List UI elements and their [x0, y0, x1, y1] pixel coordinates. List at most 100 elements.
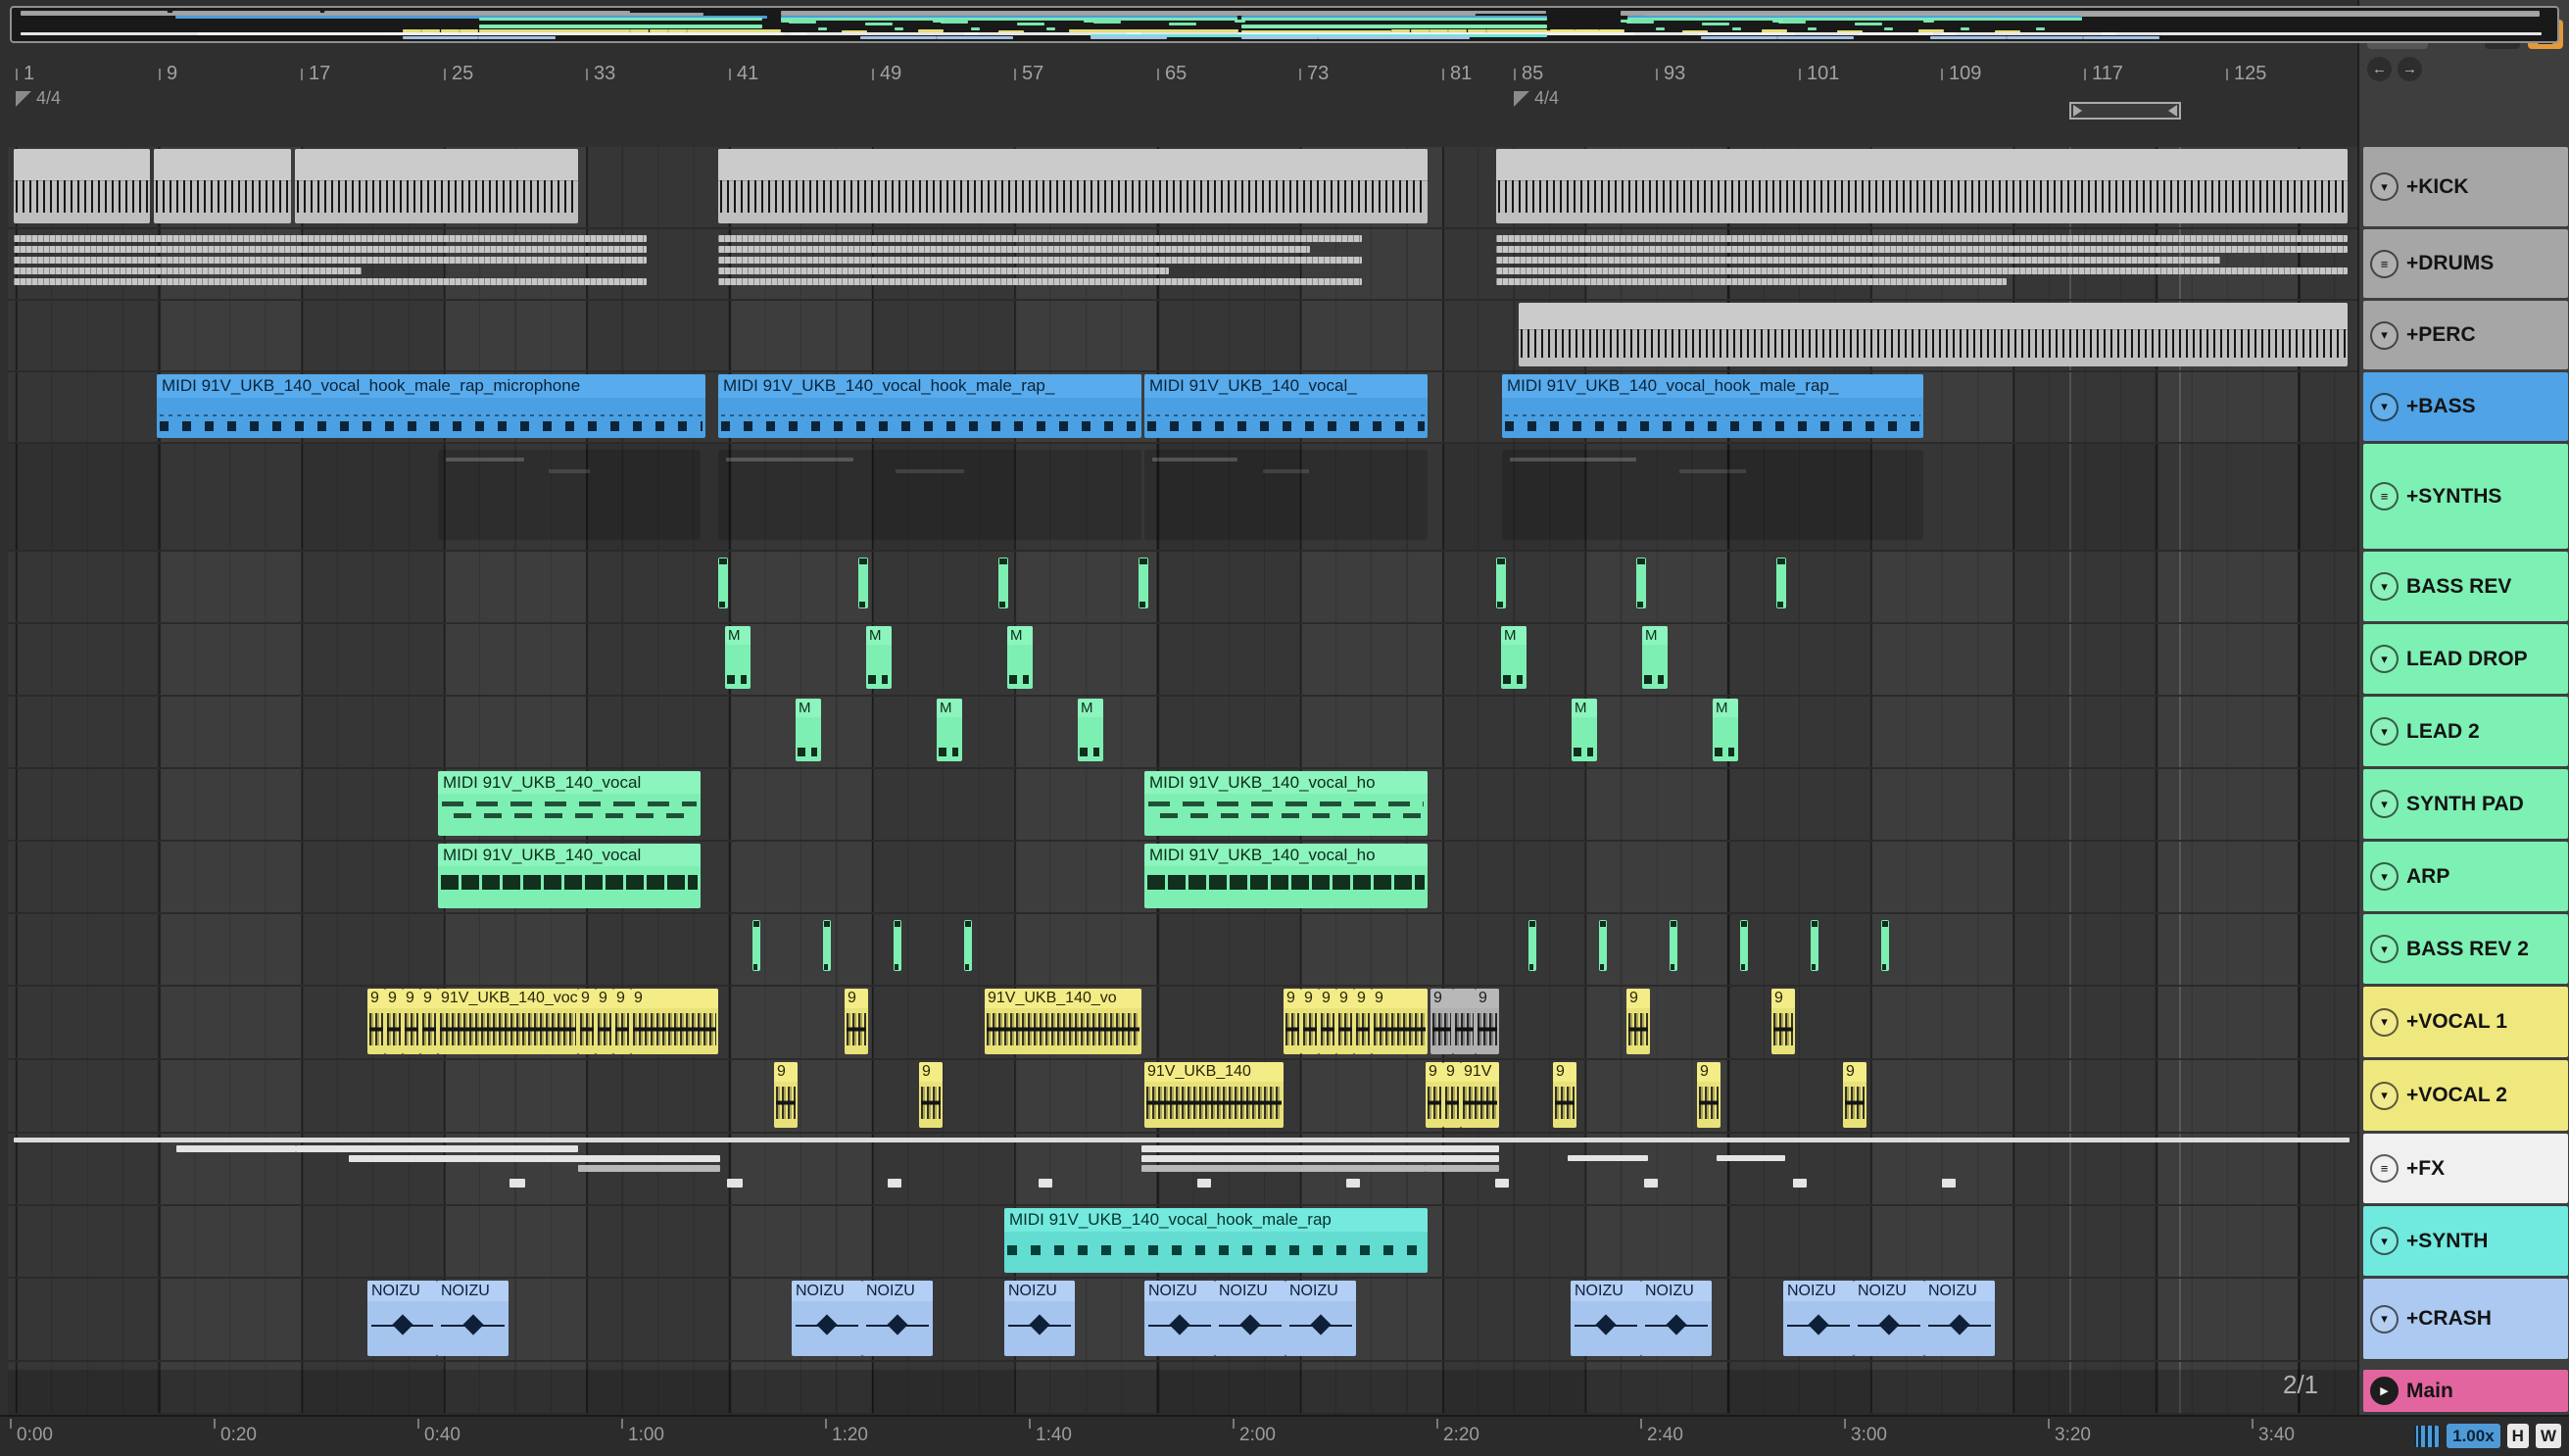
clip-midi-small[interactable]: M — [1501, 626, 1527, 689]
track-lane-vocal-2[interactable]: 9 9 91V_UKB_140 9 9 91V 9 9 9 — [8, 1060, 2357, 1134]
clip-audio-crash[interactable]: NOIZU — [1285, 1281, 1356, 1356]
track-lane-arp[interactable]: MIDI 91V_UKB_140_vocal MIDI 91V_UKB_140_v… — [8, 842, 2357, 914]
clip-fx-bar[interactable] — [1197, 1179, 1211, 1188]
track-lane-bass[interactable]: MIDI 91V_UKB_140_vocal_hook_male_rap_mic… — [8, 372, 2357, 444]
clip-group-summary[interactable] — [718, 231, 1362, 295]
clip-audio-vocal[interactable]: 9 — [1771, 989, 1795, 1054]
clip-audio-vocal[interactable]: 9 — [596, 989, 613, 1054]
clip-audio-crash[interactable]: NOIZU — [367, 1281, 437, 1356]
clip-midi-sliver[interactable] — [752, 920, 760, 971]
clip-audio-vocal[interactable]: 9 — [1626, 989, 1650, 1054]
track-lane-kick[interactable] — [8, 147, 2357, 229]
clip-audio-vocal[interactable]: 9 — [420, 989, 438, 1054]
chevron-down-icon[interactable]: ▾ — [2370, 717, 2399, 746]
clip-midi[interactable]: MIDI 91V_UKB_140_vocal — [438, 844, 701, 908]
clip-audio-crash[interactable]: NOIZU — [1783, 1281, 1854, 1356]
clip-midi[interactable]: MIDI 91V_UKB_140_vocal_hook_male_rap_ — [1502, 374, 1923, 438]
clip-fx-bar[interactable] — [176, 1145, 296, 1152]
track-header-bass-rev-2[interactable]: ▾ BASS REV 2 — [2363, 914, 2568, 984]
clip-midi-sliver[interactable] — [1636, 558, 1646, 608]
clip-audio-vocal[interactable]: 9 — [1426, 1062, 1443, 1128]
track-header-crash[interactable]: ▾ +CRASH — [2363, 1279, 2568, 1359]
clip-audio-vocal[interactable]: 9 — [1697, 1062, 1721, 1128]
clip-midi-sliver[interactable] — [1881, 920, 1889, 971]
track-header-synths[interactable]: ≡ +SYNTHS — [2363, 444, 2568, 549]
forward-button[interactable]: → — [2398, 57, 2422, 81]
chevron-down-icon[interactable]: ▾ — [2370, 1081, 2399, 1110]
loop-end-handle-icon[interactable] — [2168, 105, 2177, 117]
clip-audio-crash[interactable]: NOIZU — [862, 1281, 933, 1356]
track-header-synth[interactable]: ▾ +SYNTH — [2363, 1206, 2568, 1276]
clip-midi-sliver[interactable] — [964, 920, 972, 971]
clip-audio-vocal[interactable]: 91V_UKB_140 — [1144, 1062, 1284, 1128]
clip-fx-bar[interactable] — [1141, 1165, 1426, 1172]
clip-drum-audio[interactable] — [1496, 149, 2348, 223]
clip-fx-bar[interactable] — [1644, 1179, 1658, 1188]
clip-drum-audio[interactable] — [154, 149, 291, 223]
clip-audio-vocal[interactable]: 9 — [845, 989, 868, 1054]
clip-audio-vocal[interactable]: 9 — [367, 989, 385, 1054]
clip-midi-small[interactable]: M — [725, 626, 751, 689]
track-header-bass-rev[interactable]: ▾ BASS REV — [2363, 552, 2568, 621]
song-overview-minimap[interactable] — [10, 6, 2559, 43]
clip-fx-bar[interactable] — [1346, 1179, 1360, 1188]
clip-midi-small[interactable]: M — [1713, 699, 1738, 761]
clip-fx-bar[interactable] — [727, 1179, 743, 1188]
loop-start-handle-icon[interactable] — [2073, 105, 2082, 117]
clip-midi-sliver[interactable] — [1811, 920, 1818, 971]
clip-audio-vocal[interactable]: 9 — [613, 989, 631, 1054]
clip-fx-bar[interactable] — [1793, 1179, 1807, 1188]
track-header-main[interactable]: ▶ Main — [2363, 1370, 2568, 1412]
clip-midi-sliver[interactable] — [1528, 920, 1536, 971]
track-header-bass[interactable]: ▾ +BASS — [2363, 372, 2568, 441]
clip-fx-bar[interactable] — [1717, 1155, 1785, 1161]
clip-fx-bar[interactable] — [888, 1179, 901, 1188]
clip-audio-vocal[interactable]: 9 — [1430, 989, 1453, 1054]
clip-audio-vocal[interactable] — [1453, 989, 1476, 1054]
w-badge[interactable]: W — [2535, 1424, 2561, 1448]
meter-icon[interactable] — [2414, 1425, 2441, 1447]
track-header-lead-2[interactable]: ▾ LEAD 2 — [2363, 697, 2568, 766]
track-lane-synth[interactable]: MIDI 91V_UKB_140_vocal_hook_male_rap — [8, 1206, 2357, 1279]
track-lane-main[interactable] — [8, 1370, 2357, 1415]
clip-audio-vocal[interactable]: 9 — [631, 989, 718, 1054]
h-badge[interactable]: H — [2506, 1424, 2529, 1448]
clip-midi[interactable]: MIDI 91V_UKB_140_vocal — [438, 771, 701, 836]
track-lane-synth-pad[interactable]: MIDI 91V_UKB_140_vocal MIDI 91V_UKB_140_v… — [8, 769, 2357, 842]
clip-midi[interactable]: MIDI 91V_UKB_140_vocal_hook_male_rap_ — [718, 374, 1141, 438]
clip-audio-vocal[interactable]: 9 — [1553, 1062, 1576, 1128]
clip-midi-sliver[interactable] — [1740, 920, 1748, 971]
chevron-down-icon[interactable]: ▾ — [2370, 645, 2399, 673]
clip-audio-vocal[interactable]: 9 — [1354, 989, 1372, 1054]
track-header-vocal-1[interactable]: ▾ +VOCAL 1 — [2363, 987, 2568, 1057]
chevron-down-icon[interactable]: ▾ — [2370, 1227, 2399, 1255]
clip-midi-sliver[interactable] — [1670, 920, 1677, 971]
group-unfold-icon[interactable]: ≡ — [2370, 249, 2399, 278]
clip-fx-bar[interactable] — [1039, 1179, 1052, 1188]
clip-drum-audio[interactable] — [1519, 303, 2348, 366]
track-lane-crash[interactable]: NOIZU NOIZU NOIZU NOIZU NOIZU NOIZU NOIZU NOIZU… — [8, 1279, 2357, 1362]
clip-audio-crash[interactable]: NOIZU — [1004, 1281, 1075, 1356]
clip-audio-crash[interactable]: NOIZU — [1641, 1281, 1712, 1356]
clip-fx-bar[interactable] — [14, 1138, 2350, 1142]
track-header-arp[interactable]: ▾ ARP — [2363, 842, 2568, 911]
chevron-down-icon[interactable]: ▾ — [2370, 1007, 2399, 1037]
time-ruler[interactable]: 0:00 0:20 0:40 1:00 1:20 1:40 2:00 2:20 2:40 3:00… — [0, 1415, 2569, 1456]
clip-midi-small[interactable]: M — [1572, 699, 1597, 761]
clip-midi-small[interactable]: M — [1642, 626, 1668, 689]
clip-midi[interactable]: MIDI 91V_UKB_140_vocal_hook_male_rap_mic… — [157, 374, 705, 438]
chevron-down-icon[interactable]: ▾ — [2370, 790, 2399, 818]
clip-fx-bar[interactable] — [1426, 1165, 1499, 1172]
clip-audio-vocal[interactable]: 9 — [1843, 1062, 1866, 1128]
clip-midi-sliver[interactable] — [1599, 920, 1607, 971]
clip-audio-vocal[interactable]: 9 — [1301, 989, 1319, 1054]
clip-midi-sliver[interactable] — [718, 558, 728, 608]
clip-midi-small[interactable]: M — [1007, 626, 1033, 689]
clip-audio-vocal[interactable]: 9 — [1284, 989, 1301, 1054]
clip-audio-crash[interactable]: NOIZU — [1144, 1281, 1215, 1356]
clip-fx-bar[interactable] — [1942, 1179, 1956, 1188]
clip-midi-sliver[interactable] — [1496, 558, 1506, 608]
track-header-vocal-2[interactable]: ▾ +VOCAL 2 — [2363, 1060, 2568, 1131]
time-signature-marker[interactable]: 4/4 — [16, 88, 61, 109]
chevron-down-icon[interactable]: ▾ — [2370, 862, 2399, 891]
